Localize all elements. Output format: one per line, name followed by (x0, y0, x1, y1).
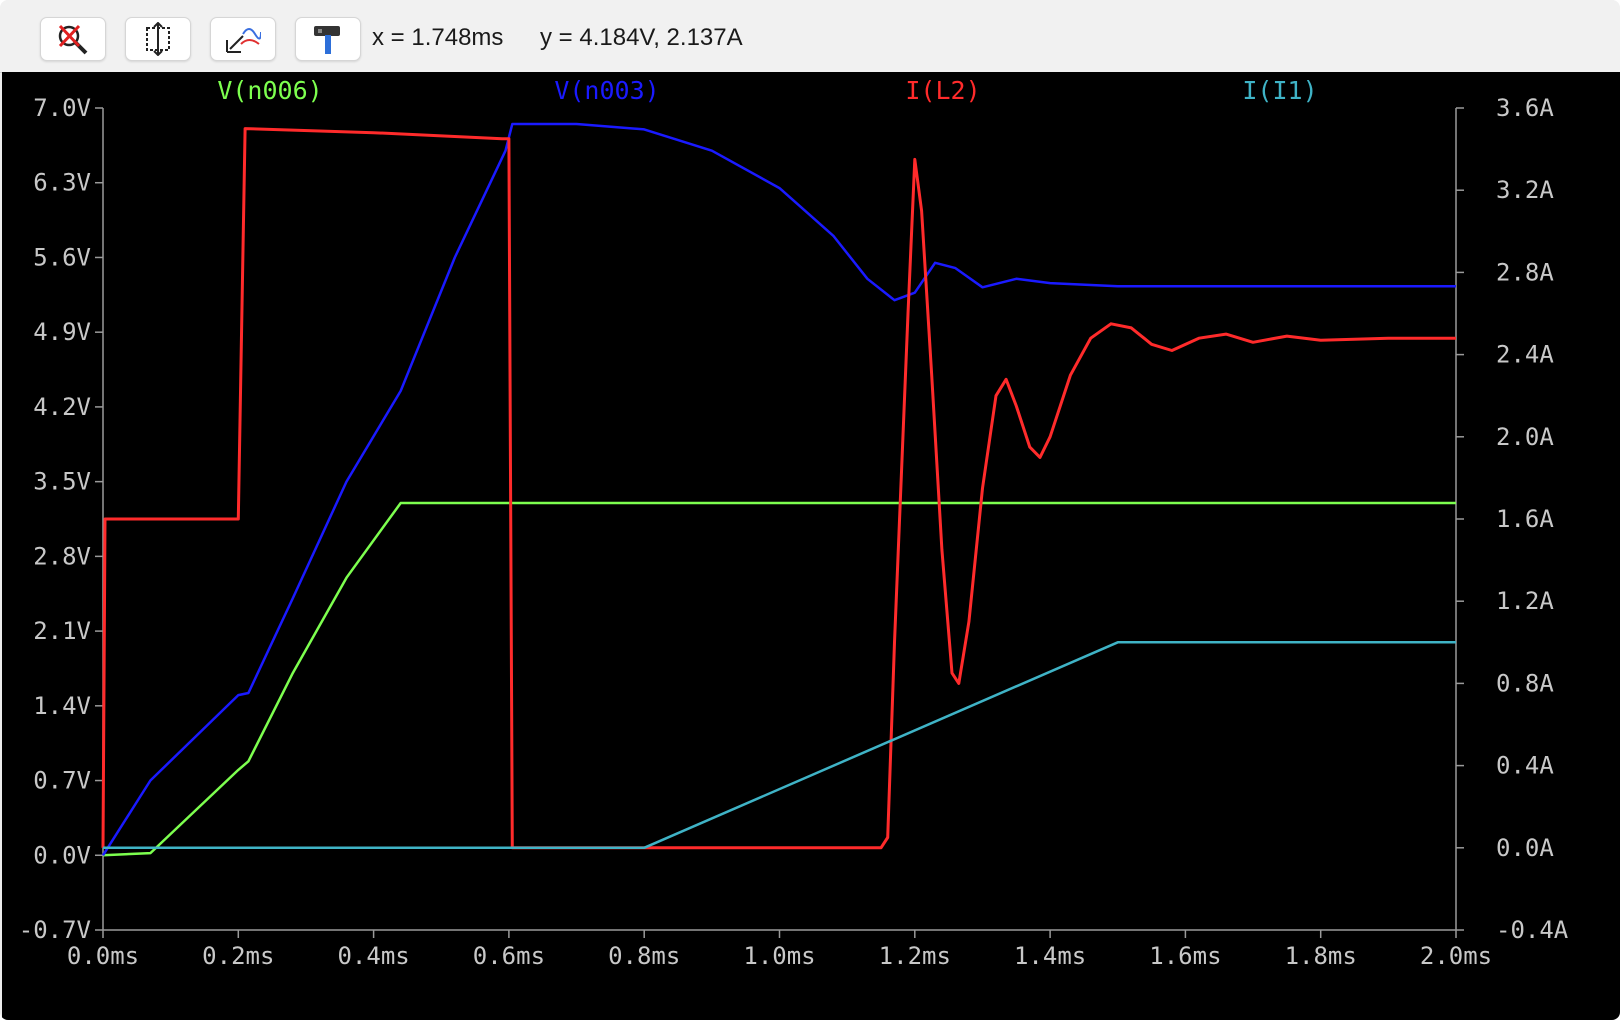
settings-button[interactable] (295, 17, 361, 61)
x-tick-label: 1.2ms (879, 942, 951, 970)
x-tick-label: 0.0ms (67, 942, 139, 970)
left-tick-label: 5.6V (33, 243, 91, 271)
x-tick-label: 0.2ms (202, 942, 274, 970)
x-tick-label: 0.8ms (608, 942, 680, 970)
right-tick-label: 3.6A (1496, 94, 1554, 122)
right-tick-label: 0.4A (1496, 752, 1554, 780)
series-line-il2[interactable] (101, 127, 1456, 850)
x-tick-label: 2.0ms (1420, 942, 1492, 970)
left-tick-label: -0.7V (19, 916, 91, 944)
waveform-window: x = 1.748ms y = 4.184V, 2.137A 7.0V 6.3V 5… (0, 0, 1620, 1020)
waveform-pan-icon (226, 28, 261, 53)
x-tick-label: 1.0ms (743, 942, 815, 970)
series-line-vn006[interactable] (102, 501, 1456, 857)
right-tick-label: 0.0A (1496, 834, 1554, 862)
autorange-icon (146, 22, 170, 56)
left-tick-label: 2.8V (33, 542, 91, 570)
x-tick-label: 0.6ms (473, 942, 545, 970)
left-tick-label: 0.7V (33, 767, 91, 795)
left-tick-label: 2.1V (33, 617, 91, 645)
left-tick-label: 1.4V (33, 692, 91, 720)
left-tick-label: 0.0V (33, 841, 91, 869)
left-tick-label: 3.5V (33, 468, 91, 496)
pan-view-button[interactable] (210, 17, 276, 61)
legend-ii1[interactable]: I(I1) (1242, 76, 1317, 105)
right-tick-label: 1.2A (1496, 587, 1554, 615)
autorange-button[interactable] (125, 17, 191, 61)
plot-area[interactable]: 7.0V 6.3V 5.6V 4.9V 4.2V 3.5V 2.8V 2.1V 1.4V 0.7V… (2, 72, 1620, 1020)
series-line-vn003[interactable] (101, 122, 1456, 856)
toolbar: x = 1.748ms y = 4.184V, 2.137A (0, 0, 1620, 73)
right-tick-label: 2.4A (1496, 341, 1554, 369)
right-tick-label: 0.8A (1496, 669, 1554, 697)
left-tick-label: 6.3V (33, 169, 91, 197)
cursor-y-readout: y = 4.184V, 2.137A (540, 24, 743, 51)
legend-vn003[interactable]: V(n003) (554, 76, 659, 105)
series-line-ii1[interactable] (103, 641, 1456, 850)
cursor-x-readout: x = 1.748ms (372, 24, 504, 51)
left-tick-label: 4.2V (33, 393, 91, 421)
hammer-icon (314, 26, 340, 54)
right-tick-label: 2.8A (1496, 258, 1554, 286)
right-tick-label: 1.6A (1496, 505, 1554, 533)
zoom-cancel-button[interactable] (40, 17, 106, 61)
x-tick-label: 1.6ms (1149, 942, 1221, 970)
left-tick-label: 4.9V (33, 318, 91, 346)
right-tick-label: 2.0A (1496, 423, 1554, 451)
right-tick-label: -0.4A (1496, 916, 1569, 944)
legend-vn006[interactable]: V(n006) (217, 76, 322, 105)
left-tick-label: 7.0V (33, 94, 91, 122)
legend-il2[interactable]: I(L2) (905, 76, 980, 105)
right-tick-label: 3.2A (1496, 176, 1554, 204)
zoom-cancel-icon (58, 24, 88, 55)
x-tick-label: 0.4ms (337, 942, 409, 970)
x-tick-label: 1.8ms (1285, 942, 1357, 970)
x-tick-label: 1.4ms (1014, 942, 1086, 970)
waveform-chart[interactable]: 7.0V 6.3V 5.6V 4.9V 4.2V 3.5V 2.8V 2.1V 1.4V 0.7V… (2, 72, 1620, 1020)
